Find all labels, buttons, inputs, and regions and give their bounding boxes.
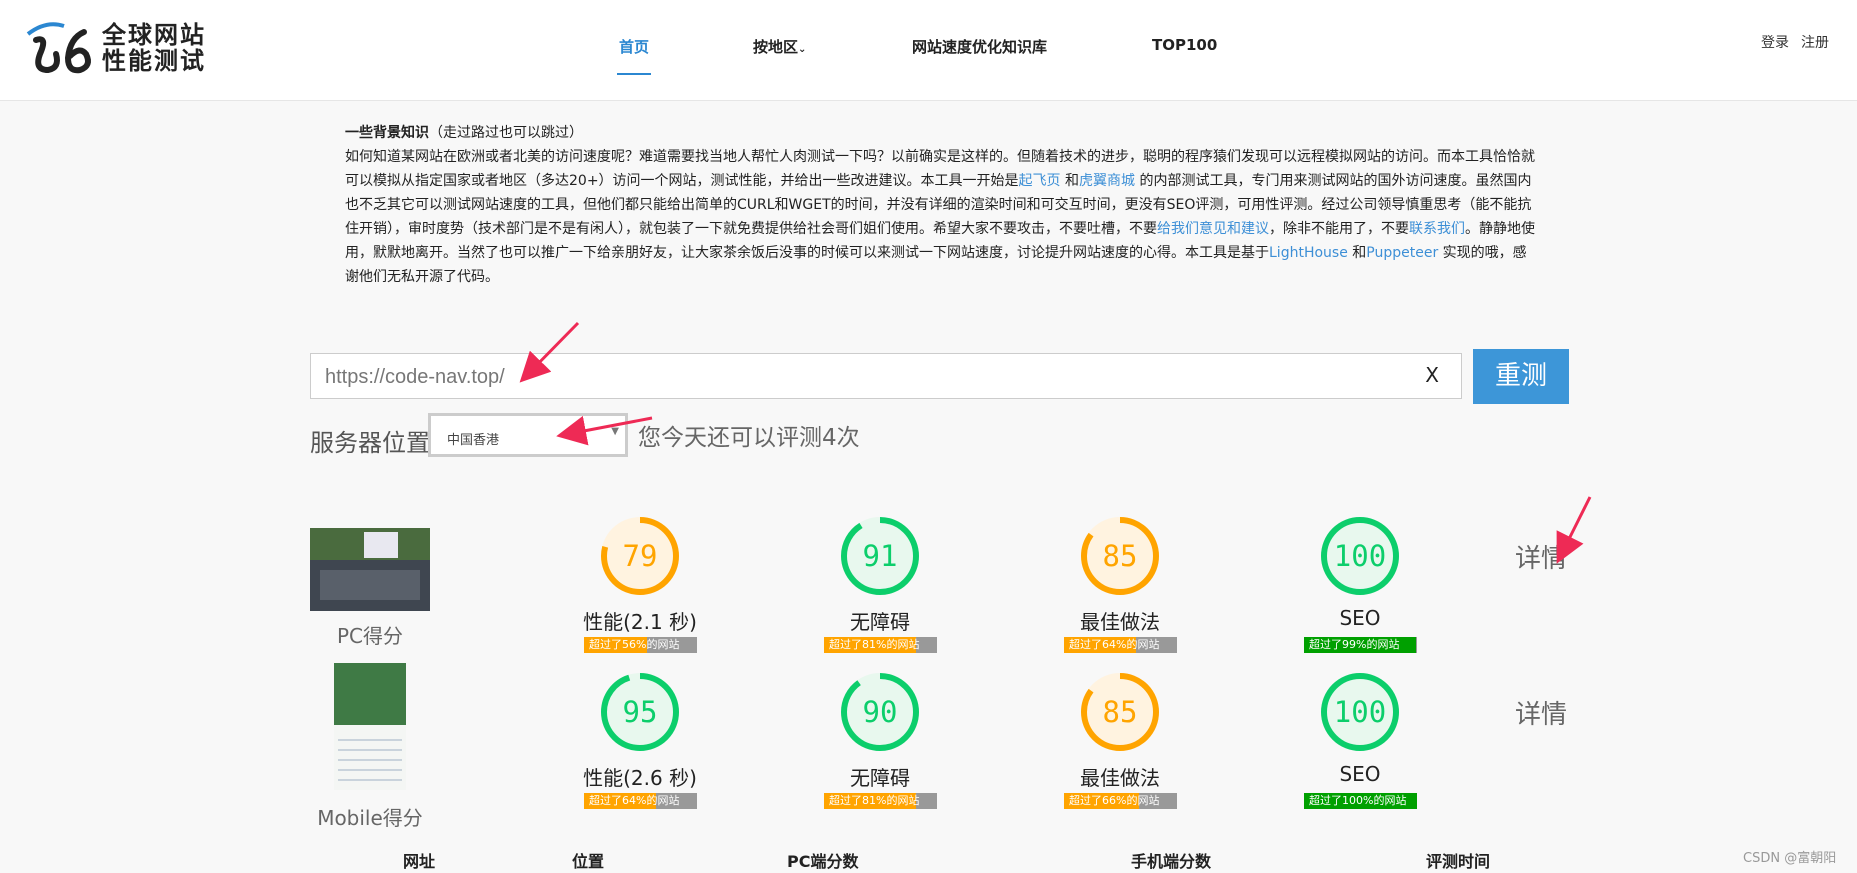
score-value: 85 (1102, 695, 1138, 729)
column-header-mobile-score[interactable]: 手机端分数 (1131, 848, 1211, 872)
link-feedback[interactable]: 给我们意见和建议 (1157, 221, 1269, 237)
bg-text-4: ，除非不能用了，不要 (1269, 221, 1409, 237)
thumb-popup (364, 532, 398, 558)
mobile-gauge-0: 95 (598, 670, 682, 754)
mobile-screenshot-thumbnail[interactable] (334, 663, 406, 790)
thumb-mobile-hero (334, 663, 406, 725)
nav-knowledge-base[interactable]: 网站速度优化知识库 (912, 36, 1047, 57)
metric-label: 无障碍 (850, 766, 910, 790)
site-logo[interactable]: 全球网站 性能测试 (26, 20, 216, 76)
nav-top100[interactable]: TOP100 (1152, 36, 1217, 54)
column-header-pc-score[interactable]: PC端分数 (787, 848, 858, 872)
pc-detail-link[interactable]: 详情 (1515, 538, 1567, 575)
percentile-bar: 超过了81%的网站 (824, 793, 937, 809)
percentile-bar: 超过了66%的网站 (1064, 793, 1177, 809)
score-value: 91 (862, 539, 898, 573)
bg-text-2: 和 (1060, 173, 1079, 189)
register-link[interactable]: 注册 (1801, 32, 1829, 52)
top-header: 全球网站 性能测试 首页 按地区⌄ 网站速度优化知识库 TOP100 登录 注册 (0, 0, 1857, 101)
percentile-bar: 超过了81%的网站 (824, 637, 937, 653)
nav-active-indicator (617, 73, 651, 75)
percentile-text: 超过了66%的网站 (1069, 794, 1160, 807)
column-header-test-time[interactable]: 评测时间 (1426, 848, 1490, 872)
mobile-gauge-2: 85 (1078, 670, 1162, 754)
logo-line-2: 性能测试 (102, 47, 206, 75)
column-header-url[interactable]: 网址 (403, 848, 435, 872)
background-paragraph: 如何知道某网站在欧洲或者北美的访问速度呢？难道需要找当地人帮忙人肉测试一下吗？以… (345, 145, 1540, 289)
percentile-text: 超过了81%的网站 (829, 638, 920, 651)
score-value: 95 (622, 695, 658, 729)
server-location-select[interactable]: 中国香港 ▼ (428, 413, 628, 457)
mobile-score-label: Mobile得分 (317, 806, 423, 830)
link-contact-us[interactable]: 联系我们 (1409, 221, 1465, 237)
pc-gauge-3: 100 (1318, 514, 1402, 598)
retest-button[interactable]: 重测 (1473, 349, 1569, 404)
link-puppeteer[interactable]: Puppeteer (1366, 245, 1438, 261)
percentile-bar: 超过了64%的网站 (584, 793, 697, 809)
mobile-gauge-1: 90 (838, 670, 922, 754)
url-input[interactable] (323, 354, 1387, 400)
percentile-text: 超过了81%的网站 (829, 794, 920, 807)
percentile-bar: 超过了100%的网站 (1304, 793, 1417, 809)
background-title-note: （走过路过也可以跳过） (429, 125, 583, 141)
link-qifeiye[interactable]: 起飞页 (1019, 173, 1061, 189)
percentile-text: 超过了100%的网站 (1309, 794, 1407, 807)
percentile-text: 超过了99%的网站 (1309, 638, 1400, 651)
server-location-label: 服务器位置 (310, 429, 430, 457)
metric-label: 最佳做法 (1080, 766, 1160, 790)
bg-text-6: 和 (1347, 245, 1367, 261)
remaining-tests-text: 您今天还可以评测4次 (638, 425, 860, 451)
pc-gauge-0: 79 (598, 514, 682, 598)
link-huyi-mall[interactable]: 虎翼商城 (1079, 173, 1135, 189)
pc-gauge-1: 91 (838, 514, 922, 598)
chevron-down-icon: ⌄ (798, 44, 807, 55)
percentile-text: 超过了64%的网站 (589, 794, 680, 807)
metric-label: 性能(2.6 秒) (583, 766, 697, 790)
login-link[interactable]: 登录 (1761, 32, 1789, 52)
nav-home[interactable]: 首页 (619, 36, 649, 57)
column-header-location[interactable]: 位置 (572, 848, 604, 872)
metric-label: SEO (1339, 762, 1381, 786)
score-value: 85 (1102, 539, 1138, 573)
percentile-text: 超过了56%的网站 (589, 638, 680, 651)
pc-screenshot-thumbnail[interactable] (310, 528, 430, 611)
logo-text: 全球网站 性能测试 (102, 22, 206, 74)
csdn-watermark: CSDN @富朝阳 (1743, 851, 1837, 866)
score-value: 79 (622, 539, 658, 573)
logo-mark-icon (26, 22, 91, 74)
percentile-text: 超过了64%的网站 (1069, 638, 1160, 651)
score-value: 90 (862, 695, 898, 729)
metric-label: 无障碍 (850, 610, 910, 634)
score-value: 100 (1333, 539, 1387, 573)
thumb-content (320, 570, 420, 600)
logo-line-1: 全球网站 (102, 21, 206, 49)
mobile-detail-link[interactable]: 详情 (1515, 694, 1567, 731)
background-title: 一些背景知识 (345, 125, 429, 141)
nav-by-region-label: 按地区 (753, 38, 799, 56)
background-info: 一些背景知识（走过路过也可以跳过） 如何知道某网站在欧洲或者北美的访问速度呢？难… (345, 121, 1540, 289)
percentile-bar: 超过了64%的网站 (1064, 637, 1177, 653)
mobile-gauge-3: 100 (1318, 670, 1402, 754)
thumb-mobile-list (338, 731, 402, 781)
clear-input-button[interactable]: X (1425, 363, 1439, 387)
metric-label: 最佳做法 (1080, 610, 1160, 634)
dropdown-caret-icon: ▼ (611, 426, 619, 437)
metric-label: SEO (1339, 606, 1381, 630)
pc-score-label: PC得分 (336, 624, 404, 648)
metric-label: 性能(2.1 秒) (583, 610, 697, 634)
percentile-bar: 超过了99%的网站 (1304, 637, 1417, 653)
score-value: 100 (1333, 695, 1387, 729)
link-lighthouse[interactable]: LightHouse (1269, 245, 1348, 261)
pc-gauge-2: 85 (1078, 514, 1162, 598)
url-input-box: X (310, 353, 1462, 400)
server-location-value: 中国香港 (447, 433, 500, 448)
nav-by-region[interactable]: 按地区⌄ (753, 36, 806, 57)
percentile-bar: 超过了56%的网站 (584, 637, 697, 653)
